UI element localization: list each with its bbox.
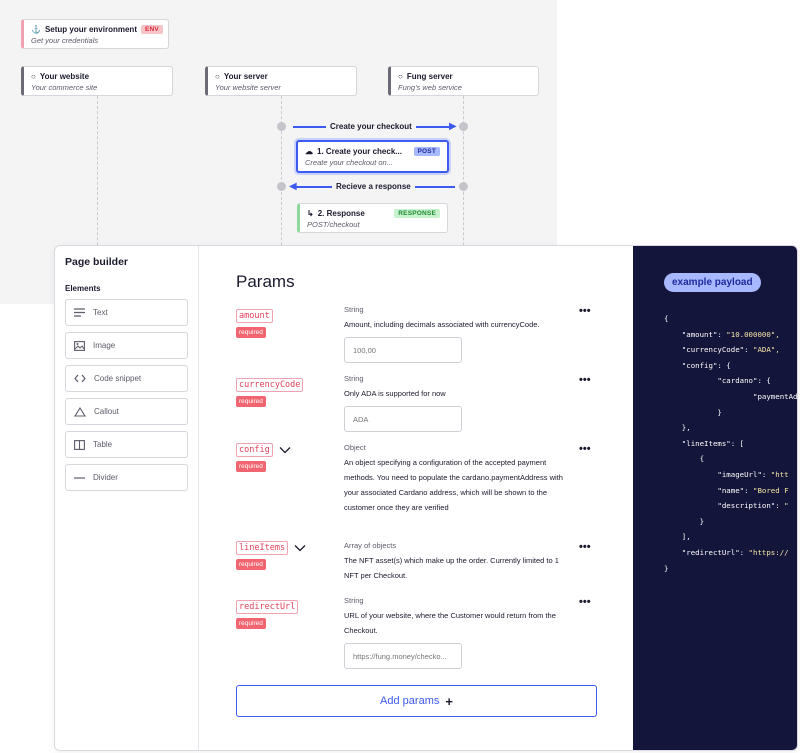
param-row-amount: amount required String Amount, including… — [236, 305, 596, 363]
param-row-redirecturl: redirectUrl required String URL of your … — [236, 596, 596, 669]
param-type: Object — [344, 443, 366, 452]
param-name[interactable]: currencyCode — [236, 378, 304, 392]
post-badge: POST — [413, 147, 440, 156]
param-description: URL of your website, where the Customer … — [344, 611, 556, 635]
payload-line: } — [664, 407, 722, 417]
arrow-right-icon: ▶ — [449, 121, 457, 132]
payload-line: "config": { — [664, 360, 731, 370]
element-image[interactable]: Image — [65, 332, 188, 359]
upload-icon: ☁ — [305, 147, 313, 156]
payload-line: "lineItems": [ — [664, 438, 745, 448]
actor-card-your-website[interactable]: ○ Your website Your commerce site — [21, 66, 173, 96]
param-row-currencycode: currencyCode required String Only ADA is… — [236, 374, 596, 432]
param-type: String — [344, 596, 364, 605]
elements-sidebar: Page builder Elements Text Image Code sn… — [55, 246, 199, 750]
param-row-config: config required Object An object specify… — [236, 443, 596, 512]
actor-card-your-server[interactable]: ○ Your server Your website server — [205, 66, 357, 96]
param-description: Amount, including decimals associated wi… — [344, 320, 540, 329]
chevron-down-icon[interactable] — [294, 544, 306, 552]
more-options-icon[interactable]: ••• — [579, 374, 591, 386]
element-text[interactable]: Text — [65, 299, 188, 326]
payload-line: "cardano": { — [664, 376, 771, 386]
param-name[interactable]: amount — [236, 309, 273, 323]
connector-dot — [459, 182, 468, 191]
response-badge: RESPONSE — [394, 209, 440, 218]
actor-card-fung-server[interactable]: ○ Fung server Fung's web service — [388, 66, 539, 96]
payload-line: } — [664, 563, 669, 573]
page-builder-panel: Page builder Elements Text Image Code sn… — [54, 245, 798, 751]
connector-dot — [277, 122, 286, 131]
payload-preview: example payload { "amount": "10.000000",… — [633, 246, 798, 750]
payload-line: "description": " — [664, 501, 789, 511]
elements-heading: Elements — [65, 284, 101, 293]
element-callout[interactable]: Callout — [65, 398, 188, 425]
payload-line: "amount": "10.000000", — [664, 329, 780, 339]
payload-line: { — [664, 314, 669, 323]
code-icon — [74, 374, 86, 383]
arrow-left-icon: ◀ — [289, 181, 297, 192]
payload-code-block: { "amount": "10.000000", "currencyCode":… — [664, 311, 798, 576]
param-type: String — [344, 305, 364, 314]
connector-dot — [459, 122, 468, 131]
required-badge: required — [236, 396, 266, 407]
divider-icon — [74, 476, 85, 479]
param-type: Array of objects — [344, 541, 397, 550]
create-checkout-label: Create your checkout — [326, 122, 416, 131]
plus-icon: + — [445, 693, 453, 709]
drop-icon: ○ — [31, 72, 36, 81]
return-arrow-icon: ↳ — [307, 209, 314, 218]
param-row-lineitems: lineItems required Array of objects The … — [236, 541, 596, 580]
param-value-input[interactable] — [344, 406, 462, 432]
params-title: Params — [236, 272, 295, 291]
required-badge: required — [236, 559, 266, 570]
param-description: Only ADA is supported for now — [344, 389, 446, 398]
example-payload-badge[interactable]: example payload — [664, 273, 761, 292]
post-request-card[interactable]: ☁ 1. Create your check... POST Create yo… — [296, 140, 449, 173]
payload-line: { — [664, 454, 705, 464]
chevron-down-icon[interactable] — [279, 446, 291, 454]
payload-line: "redirectUrl": "https:// — [664, 547, 789, 557]
payload-line: "currencyCode": "ADA", — [664, 345, 780, 355]
env-badge: ENV — [140, 25, 163, 34]
payload-line: "imageUrl": "htt — [664, 469, 789, 479]
receive-response-label: Recieve a response — [332, 182, 415, 191]
response-card[interactable]: ↳ 2. Response RESPONSE POST/checkout — [297, 203, 448, 233]
param-name[interactable]: lineItems — [236, 541, 289, 555]
param-name[interactable]: redirectUrl — [236, 600, 299, 614]
params-editor: Params amount required String Amount, in… — [199, 246, 633, 750]
anchor-icon: ⚓ — [31, 25, 41, 34]
required-badge: required — [236, 461, 266, 472]
payload-line: } — [664, 516, 705, 526]
required-badge: required — [236, 618, 266, 629]
drop-icon: ○ — [398, 72, 403, 81]
payload-line: ], — [664, 532, 691, 542]
table-icon — [74, 439, 85, 450]
element-code-snippet[interactable]: Code snippet — [65, 365, 188, 392]
page-builder-title: Page builder — [65, 256, 129, 268]
more-options-icon[interactable]: ••• — [579, 541, 591, 553]
image-icon — [74, 340, 85, 351]
drop-icon: ○ — [215, 72, 220, 81]
connector-dot — [277, 182, 286, 191]
payload-line: "paymentAd — [664, 391, 798, 401]
payload-line: }, — [664, 423, 691, 433]
param-value-input[interactable] — [344, 643, 462, 669]
required-badge: required — [236, 327, 266, 338]
more-options-icon[interactable]: ••• — [579, 443, 591, 455]
text-lines-icon — [74, 308, 85, 317]
triangle-icon — [74, 406, 86, 417]
more-options-icon[interactable]: ••• — [579, 596, 591, 608]
param-type: String — [344, 374, 364, 383]
param-description: An object specifying a configuration of … — [344, 458, 563, 512]
add-params-button[interactable]: Add params + — [236, 685, 597, 717]
element-divider[interactable]: Divider — [65, 464, 188, 491]
param-value-input[interactable] — [344, 337, 462, 363]
param-name[interactable]: config — [236, 443, 273, 457]
param-description: The NFT asset(s) which make up the order… — [344, 556, 559, 580]
more-options-icon[interactable]: ••• — [579, 305, 591, 317]
setup-environment-card[interactable]: ⚓ Setup your environment ENV Get your cr… — [21, 19, 169, 49]
element-table[interactable]: Table — [65, 431, 188, 458]
payload-line: "name": "Bored F — [664, 485, 789, 495]
